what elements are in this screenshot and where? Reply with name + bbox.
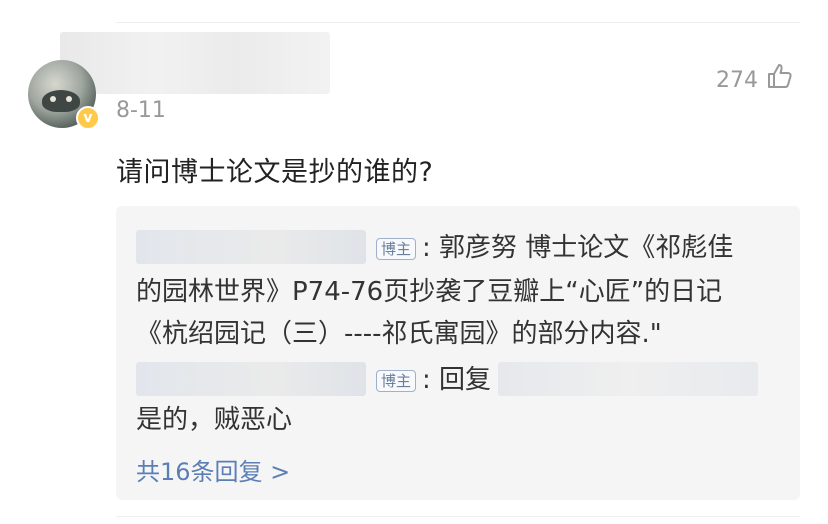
verified-badge-icon: v bbox=[76, 106, 100, 130]
more-replies-link[interactable]: 共16条回复 > bbox=[136, 452, 290, 487]
reply-text: 是的，贼恶心 bbox=[136, 405, 293, 435]
comment-date: 8-11 bbox=[116, 98, 166, 123]
avatar-figure bbox=[42, 90, 80, 112]
comment-text: 请问博士论文是抄的谁的? bbox=[116, 157, 434, 188]
reply-line: 博主: 郭彦努 博士论文《祁彪佳 bbox=[136, 228, 784, 268]
username-redacted[interactable] bbox=[60, 32, 330, 94]
reply-prefix: : 回复 bbox=[422, 365, 492, 395]
thumbs-up-icon bbox=[766, 62, 794, 96]
avatar-eye bbox=[66, 96, 72, 102]
reply-text: 的园林世界》P74-76页抄袭了豆瓣上“心匠”的日记 bbox=[136, 277, 723, 307]
like-count: 274 bbox=[716, 67, 758, 93]
avatar-eye bbox=[50, 96, 56, 102]
reply-text: 《杭绍园记（三）----祁氏寓园》的部分内容." bbox=[136, 319, 662, 349]
author-badge: 博主 bbox=[376, 237, 417, 260]
reply-target-redacted[interactable] bbox=[498, 362, 758, 396]
reply-text: : 郭彦努 博士论文《祁彪佳 bbox=[422, 233, 734, 263]
author-badge: 博主 bbox=[376, 369, 417, 392]
bottom-divider bbox=[116, 516, 800, 517]
top-divider bbox=[116, 22, 800, 23]
like-button[interactable]: 274 bbox=[716, 62, 794, 96]
